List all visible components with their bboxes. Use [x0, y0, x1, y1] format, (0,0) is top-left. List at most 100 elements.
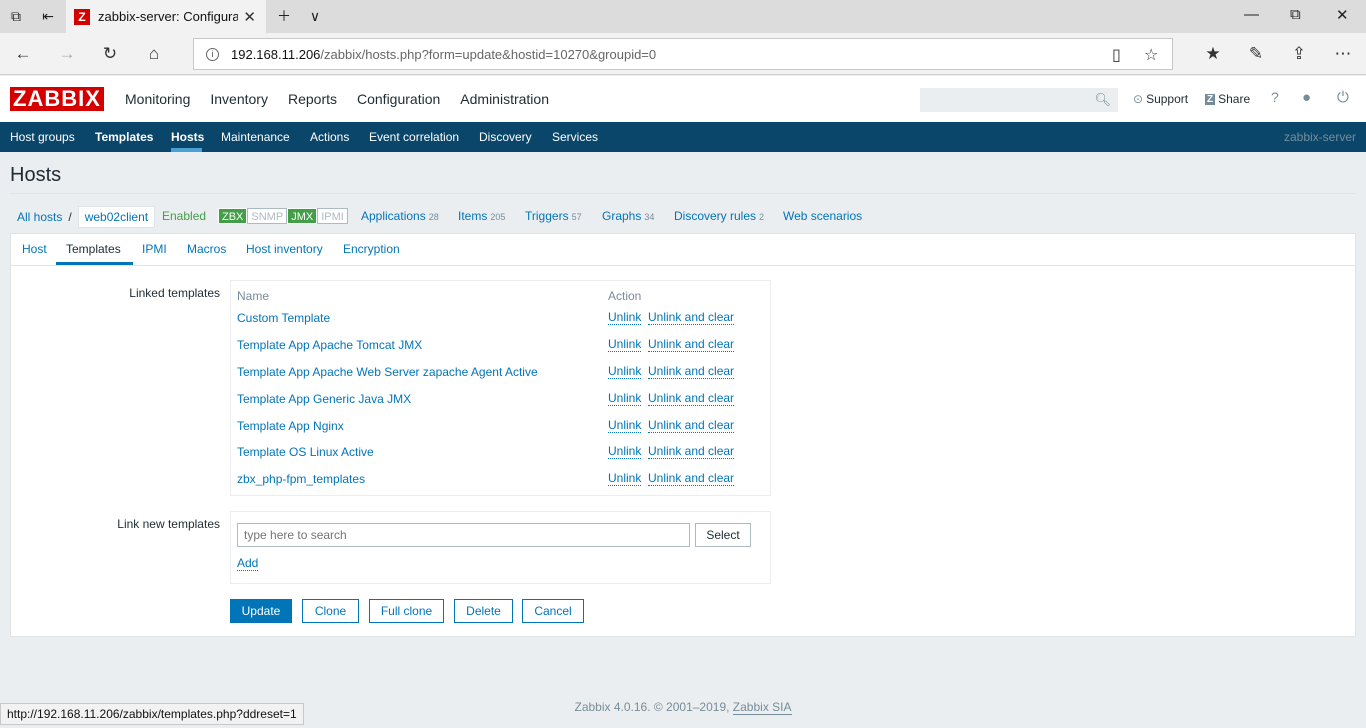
close-tab-icon[interactable]: ✕ [243, 8, 256, 26]
tab-ipmi[interactable]: IPMI [142, 242, 167, 256]
template-link[interactable]: Template App Apache Web Server zapache A… [237, 365, 538, 379]
tab-host[interactable]: Host [22, 242, 47, 256]
template-link[interactable]: Template App Generic Java JMX [237, 392, 411, 406]
support-link[interactable]: ⊙ Support [1133, 92, 1188, 106]
template-link[interactable]: Template App Nginx [237, 419, 344, 433]
menu-reports[interactable]: Reports [288, 91, 337, 107]
cancel-button[interactable]: Cancel [522, 599, 584, 623]
share-z-icon: Z [1205, 93, 1216, 105]
server-name: zabbix-server [1283, 130, 1356, 144]
share-label: Share [1218, 92, 1251, 106]
submenu-templates[interactable]: Templates [95, 130, 153, 144]
host-status[interactable]: Enabled [162, 209, 206, 223]
link-applications[interactable]: Applications 28 [361, 209, 439, 223]
submenu-discovery[interactable]: Discovery [479, 130, 532, 144]
unlink-clear-link[interactable]: Unlink and clear [648, 419, 735, 433]
submenu-hosts[interactable]: Hosts [171, 130, 204, 144]
unlink-clear-link[interactable]: Unlink and clear [648, 445, 735, 459]
submenu-host-groups[interactable]: Host groups [10, 130, 75, 144]
unlink-clear-link[interactable]: Unlink and clear [648, 365, 735, 379]
unlink-clear-link[interactable]: Unlink and clear [648, 392, 735, 406]
link-triggers-count: 57 [571, 212, 582, 222]
set-aside-tabs-icon[interactable]: ⇤ [36, 5, 60, 27]
badge-jmx: JMX [287, 208, 318, 224]
share-browser-icon[interactable]: ⇪ [1286, 42, 1312, 66]
site-info-icon[interactable]: i [206, 47, 219, 61]
pen-icon[interactable]: ✎ [1243, 42, 1269, 66]
template-link[interactable]: Template OS Linux Active [237, 445, 374, 459]
tab-actions-icon[interactable]: ⧉ [4, 5, 28, 27]
template-link[interactable]: Template App Apache Tomcat JMX [237, 338, 422, 352]
tab-list-chevron-icon[interactable]: ∨ [303, 5, 327, 27]
unlink-clear-link[interactable]: Unlink and clear [648, 311, 735, 325]
browser-tab[interactable]: Z zabbix-server: Configura ✕ [66, 0, 266, 33]
global-search-input[interactable]: 🔍︎ [920, 88, 1118, 112]
table-row: Template App Generic Java JMX Unlink Unl… [237, 390, 767, 410]
unlink-clear-link[interactable]: Unlink and clear [648, 472, 735, 486]
badge-snmp: SNMP [247, 208, 288, 224]
submenu-services[interactable]: Services [552, 130, 598, 144]
template-search-input[interactable] [237, 523, 690, 547]
refresh-icon[interactable]: ↻ [97, 42, 123, 66]
unlink-link[interactable]: Unlink [608, 365, 642, 379]
user-profile-icon[interactable]: ● [1302, 89, 1311, 106]
link-graphs-count: 34 [644, 212, 655, 222]
forward-icon[interactable]: → [54, 42, 80, 66]
delete-button[interactable]: Delete [454, 599, 513, 623]
tab-macros[interactable]: Macros [187, 242, 226, 256]
link-discovery-rules[interactable]: Discovery rules 2 [674, 209, 764, 223]
template-link[interactable]: zbx_php-fpm_templates [237, 472, 365, 486]
search-icon[interactable]: 🔍︎ [1094, 92, 1111, 108]
breadcrumb-current-host[interactable]: web02client [77, 206, 156, 228]
home-icon[interactable]: ⌂ [141, 42, 167, 66]
browser-status-url: http://192.168.11.206/zabbix/templates.p… [0, 703, 304, 725]
col-action-header: Action [608, 289, 642, 303]
back-icon[interactable]: ← [10, 42, 36, 66]
link-triggers[interactable]: Triggers 57 [525, 209, 582, 223]
menu-monitoring[interactable]: Monitoring [125, 91, 190, 107]
new-tab-icon[interactable]: ＋ [272, 5, 296, 27]
menu-configuration[interactable]: Configuration [357, 91, 440, 107]
menu-administration[interactable]: Administration [460, 91, 549, 107]
minimize-icon[interactable]: — [1244, 6, 1259, 23]
menu-inventory[interactable]: Inventory [210, 91, 268, 107]
unlink-link[interactable]: Unlink [608, 472, 642, 486]
submenu-actions[interactable]: Actions [310, 130, 349, 144]
tab-templates[interactable]: Templates [66, 242, 121, 256]
sign-out-icon[interactable]: ⏻ [1337, 89, 1349, 106]
unlink-link[interactable]: Unlink [608, 311, 642, 325]
reading-view-icon[interactable]: ▯ [1112, 45, 1121, 65]
help-icon[interactable]: ? [1271, 89, 1279, 105]
zabbix-header: ZABBIX Monitoring Inventory Reports Conf… [0, 76, 1366, 122]
add-link[interactable]: Add [237, 557, 259, 571]
link-web-scenarios[interactable]: Web scenarios [783, 209, 862, 223]
breadcrumb-all-hosts[interactable]: All hosts [17, 210, 62, 224]
unlink-link[interactable]: Unlink [608, 445, 642, 459]
restore-icon[interactable]: ⧉ [1290, 6, 1301, 23]
unlink-link[interactable]: Unlink [608, 392, 642, 406]
url-field[interactable]: i 192.168.11.206/zabbix/hosts.php?form=u… [193, 38, 1173, 70]
tab-encryption[interactable]: Encryption [343, 242, 400, 256]
unlink-clear-link[interactable]: Unlink and clear [648, 338, 735, 352]
tab-host-inventory[interactable]: Host inventory [246, 242, 323, 256]
link-items[interactable]: Items 205 [458, 209, 505, 223]
select-button[interactable]: Select [695, 523, 751, 547]
unlink-link[interactable]: Unlink [608, 419, 642, 433]
link-discovery-rules-count: 2 [759, 212, 765, 222]
favorites-icon[interactable]: ★ [1200, 42, 1226, 66]
footer-company-link[interactable]: Zabbix SIA [732, 700, 792, 715]
zabbix-logo[interactable]: ZABBIX [10, 87, 104, 111]
submenu-event-correlation[interactable]: Event correlation [369, 130, 459, 144]
unlink-link[interactable]: Unlink [608, 338, 642, 352]
sub-menu: Host groups Templates Hosts Maintenance … [0, 122, 1366, 152]
more-icon[interactable]: ⋯ [1330, 42, 1356, 66]
close-window-icon[interactable]: ✕ [1336, 6, 1349, 24]
submenu-maintenance[interactable]: Maintenance [221, 130, 290, 144]
clone-button[interactable]: Clone [302, 599, 359, 623]
full-clone-button[interactable]: Full clone [369, 599, 444, 623]
favorite-star-icon[interactable]: ☆ [1144, 45, 1158, 65]
update-button[interactable]: Update [230, 599, 292, 623]
template-link[interactable]: Custom Template [237, 311, 330, 325]
share-link[interactable]: Z Share [1205, 92, 1250, 106]
link-graphs[interactable]: Graphs 34 [602, 209, 654, 223]
